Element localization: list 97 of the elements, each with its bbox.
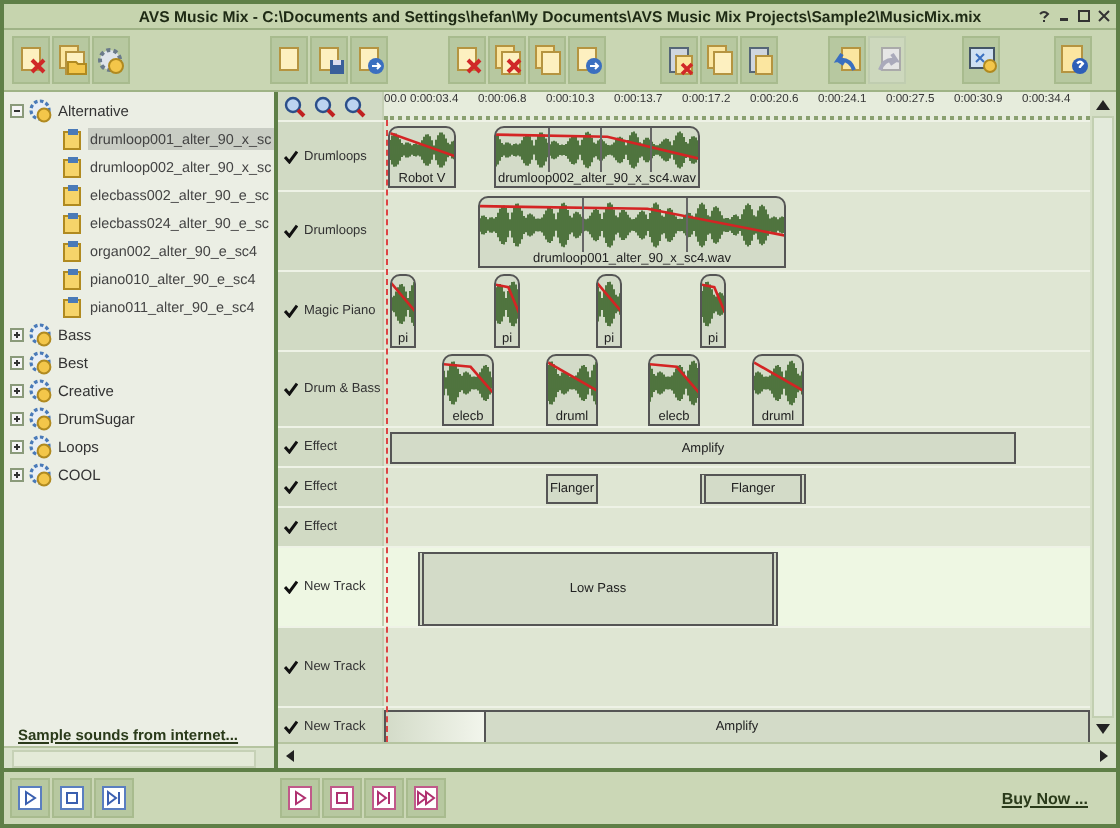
close-icon[interactable]	[1098, 10, 1110, 22]
toolbar-button[interactable]	[310, 36, 348, 84]
vertical-scrollbar[interactable]	[1090, 92, 1116, 742]
track-checkbox[interactable]	[284, 520, 298, 534]
toolbar-button[interactable]	[740, 36, 778, 84]
gear-folder-icon	[28, 349, 54, 375]
gear-folder-icon	[28, 321, 54, 347]
waveform-drawing	[702, 276, 724, 332]
document-arrow-icon	[571, 44, 603, 76]
toolbar-button[interactable]	[52, 36, 90, 84]
track-checkbox[interactable]	[284, 304, 298, 318]
track-checkbox[interactable]	[284, 382, 298, 396]
fast-forward-icon	[414, 786, 438, 810]
track-checkbox[interactable]	[284, 720, 298, 734]
documents-icon	[531, 44, 563, 76]
waveform-drawing	[548, 356, 596, 410]
track-checkbox[interactable]	[284, 480, 298, 494]
toolbar-button[interactable]	[660, 36, 698, 84]
play-next-icon	[102, 786, 126, 810]
horizontal-scrollbar[interactable]	[4, 746, 274, 768]
toolbar-button[interactable]	[350, 36, 388, 84]
undo-icon	[831, 44, 863, 76]
document-arrow-icon	[353, 44, 385, 76]
expand-icon[interactable]	[10, 411, 24, 425]
gear-folder-icon	[28, 97, 54, 123]
expand-icon[interactable]	[10, 383, 24, 397]
monitor-icon	[965, 44, 997, 76]
expand-icon[interactable]	[10, 439, 24, 453]
gear-folder-icon	[28, 405, 54, 431]
help-icon[interactable]	[1038, 10, 1050, 22]
toolbar-button[interactable]	[92, 36, 130, 84]
waveform-drawing	[598, 276, 620, 332]
sound-file-icon	[62, 239, 84, 261]
play-button[interactable]	[10, 778, 50, 818]
waveform-drawing	[754, 356, 802, 410]
gear-folder-icon	[28, 433, 54, 459]
waveform-drawing	[650, 356, 698, 410]
toolbar-button[interactable]	[488, 36, 526, 84]
documents-folder-icon	[55, 44, 87, 76]
document-cross-icon	[451, 44, 483, 76]
document-icon	[273, 44, 305, 76]
gear-icon	[95, 44, 127, 76]
help-icon	[1057, 44, 1089, 76]
clipboard-icon	[743, 44, 775, 76]
track-checkbox[interactable]	[284, 149, 298, 163]
collapse-icon[interactable]	[10, 103, 24, 117]
zoom-out-icon[interactable]	[314, 95, 336, 117]
sound-file-icon	[62, 155, 84, 177]
play-next-button[interactable]	[364, 778, 404, 818]
track-checkbox[interactable]	[284, 224, 298, 238]
expand-icon[interactable]	[10, 467, 24, 481]
waveform-drawing	[496, 276, 518, 332]
gear-folder-icon	[28, 377, 54, 403]
stop-button[interactable]	[322, 778, 362, 818]
waveform-drawing	[444, 356, 492, 410]
document-disk-icon	[313, 44, 345, 76]
sound-file-icon	[62, 267, 84, 289]
toolbar-button[interactable]	[962, 36, 1000, 84]
sound-file-icon	[62, 295, 84, 317]
toolbar-button[interactable]	[12, 36, 50, 84]
zoom-fit-icon[interactable]	[344, 95, 366, 117]
scroll-left-icon[interactable]	[286, 750, 294, 762]
scroll-right-icon[interactable]	[1100, 750, 1108, 762]
play-icon	[18, 786, 42, 810]
track-checkbox[interactable]	[284, 660, 298, 674]
waveform-drawing	[390, 128, 454, 172]
clipboard-cross-icon	[663, 44, 695, 76]
stop-icon	[60, 786, 84, 810]
documents-cross-icon	[491, 44, 523, 76]
stop-icon	[330, 786, 354, 810]
expand-icon[interactable]	[10, 327, 24, 341]
toolbar-button[interactable]	[1054, 36, 1092, 84]
sound-file-icon	[62, 127, 84, 149]
zoom-in-icon[interactable]	[284, 95, 306, 117]
toolbar-button[interactable]	[568, 36, 606, 84]
play-next-button[interactable]	[94, 778, 134, 818]
horizontal-scrollbar[interactable]	[278, 742, 1116, 768]
fast-forward-button[interactable]	[406, 778, 446, 818]
play-icon	[288, 786, 312, 810]
toolbar-button[interactable]	[828, 36, 866, 84]
maximize-icon[interactable]	[1078, 10, 1090, 22]
document-cross-icon	[15, 44, 47, 76]
scroll-up-icon[interactable]	[1096, 100, 1110, 110]
expand-icon[interactable]	[10, 355, 24, 369]
sound-file-icon	[62, 211, 84, 233]
stop-button[interactable]	[52, 778, 92, 818]
track-checkbox[interactable]	[284, 440, 298, 454]
track-checkbox[interactable]	[284, 580, 298, 594]
documents-icon	[703, 44, 735, 76]
play-next-icon	[372, 786, 396, 810]
sound-file-icon	[62, 183, 84, 205]
gear-folder-icon	[28, 461, 54, 487]
scroll-down-icon[interactable]	[1096, 724, 1110, 734]
play-button[interactable]	[280, 778, 320, 818]
toolbar-button[interactable]	[448, 36, 486, 84]
playhead-line[interactable]	[386, 120, 388, 742]
buy-now-link[interactable]: Buy Now ...	[1001, 789, 1088, 807]
